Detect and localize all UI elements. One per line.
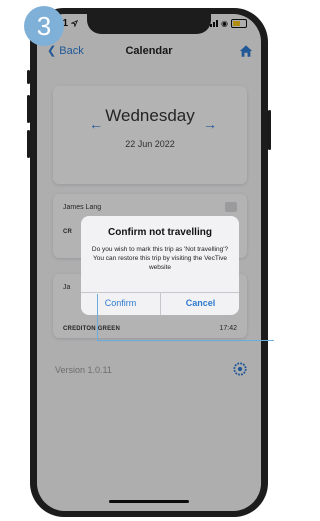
dialog-message: Do you wish to mark this trip as 'Not tr…	[91, 246, 229, 271]
phone-notch	[87, 14, 211, 34]
confirm-dialog: Confirm not travelling Do you wish to ma…	[81, 216, 239, 315]
dialog-title: Confirm not travelling	[108, 227, 212, 238]
cancel-button[interactable]: Cancel	[161, 292, 239, 315]
phone-power-button	[268, 110, 271, 150]
phone-frame: 41 ◉ ❮ Back Calendar ← Wednesday	[30, 8, 268, 517]
step-badge: 3	[24, 6, 64, 46]
confirm-button[interactable]: Confirm	[81, 292, 160, 315]
phone-screen: 41 ◉ ❮ Back Calendar ← Wednesday	[37, 14, 261, 511]
callout-line	[97, 294, 98, 341]
callout-line	[97, 340, 274, 341]
